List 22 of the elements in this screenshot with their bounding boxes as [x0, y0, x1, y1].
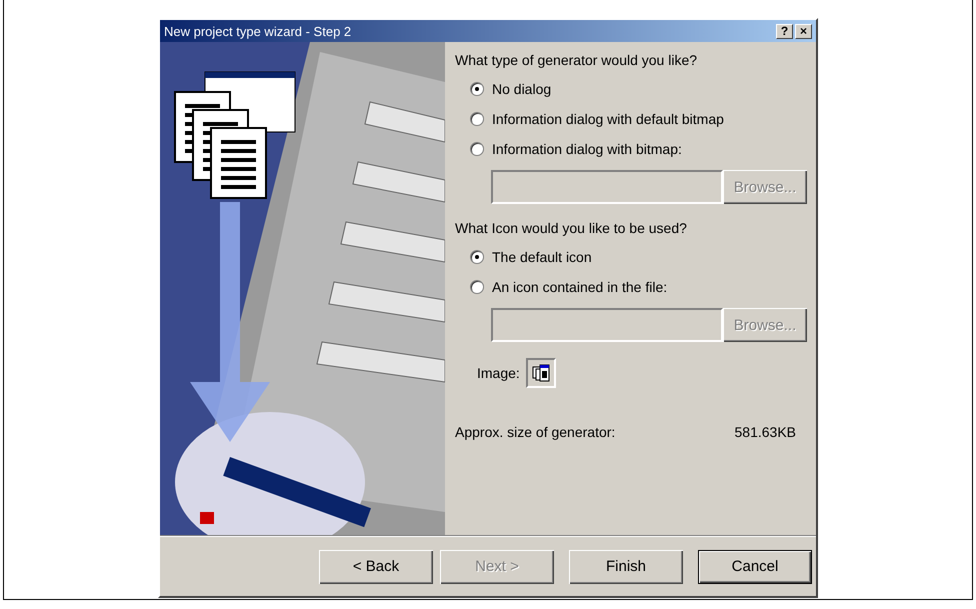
window-title: New project type wizard - Step 2	[164, 24, 352, 38]
dialog-button[interactable]: Cancel	[698, 550, 812, 584]
radio-option[interactable]: No dialog	[470, 81, 808, 97]
question-text: What Icon would you like to be used?	[455, 220, 688, 236]
radio-option[interactable]: Information dialog with default bitmap	[470, 111, 808, 127]
size-value: 581.63KB	[734, 424, 796, 440]
help-button[interactable]: ?	[776, 24, 793, 38]
radio-button[interactable]	[470, 280, 484, 294]
radio-button[interactable]	[470, 82, 484, 96]
dialog-button[interactable]: Finish	[569, 550, 683, 584]
image-label: Image:	[477, 365, 520, 381]
radio-option[interactable]: An icon contained in the file:	[470, 279, 808, 295]
dialog-button[interactable]: < Back	[319, 550, 433, 584]
size-label: Approx. size of generator:	[455, 424, 616, 440]
close-button[interactable]: ×	[795, 24, 812, 38]
radio-button[interactable]	[470, 142, 484, 156]
radio-option[interactable]: The default icon	[470, 249, 808, 265]
documents-icon	[532, 364, 550, 382]
question-text: What type of generator would you like?	[455, 52, 698, 68]
radio-button[interactable]	[470, 250, 484, 264]
radio-option[interactable]: Information dialog with bitmap:	[470, 141, 808, 157]
radio-button[interactable]	[470, 112, 484, 126]
